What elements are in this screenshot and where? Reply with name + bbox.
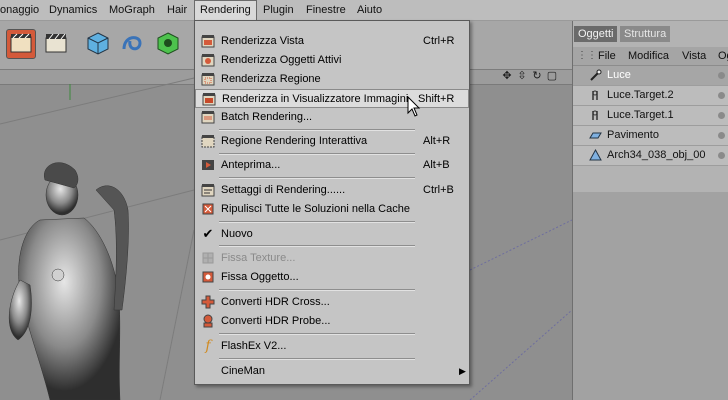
menu-item-renderizza-in-visualizzatore[interactable]: Renderizza in Visualizzatore Immagini Sh… [195, 89, 469, 108]
menu-item-ripulisci-cache[interactable]: Ripulisci Tutte le Soluzioni nella Cache [195, 200, 469, 219]
object-row-luce-target-2[interactable]: Luce.Target.2 [573, 86, 728, 106]
render-region-icon [201, 72, 215, 86]
preview-icon [201, 158, 215, 172]
menu-item-converti-hdr-cross[interactable]: Converti HDR Cross... [195, 293, 469, 312]
batch-render-icon [201, 110, 215, 124]
grip-icon: ⋮⋮ [577, 50, 597, 61]
object-row-pavimento[interactable]: Pavimento [573, 126, 728, 146]
object-row-arch34[interactable]: Arch34_038_obj_00 [573, 146, 728, 166]
menu-mograph[interactable]: MoGraph [109, 0, 155, 20]
light-icon [589, 69, 602, 82]
statue-model [8, 162, 129, 400]
visibility-dot[interactable] [718, 72, 725, 79]
om-menu-file[interactable]: File [598, 47, 616, 65]
object-manager-panel: Oggetti Struttura ⋮⋮ File Modifica Vista… [572, 21, 728, 400]
menu-hair[interactable]: Hair [167, 0, 187, 20]
visibility-dot[interactable] [718, 112, 725, 119]
menu-separator [219, 221, 415, 223]
render-settings-tool-icon[interactable] [6, 29, 36, 59]
menu-item-converti-hdr-probe[interactable]: Converti HDR Probe... [195, 312, 469, 331]
menu-item-cineman[interactable]: CineMan ▶ [195, 362, 469, 381]
object-row-luce-target-1[interactable]: Luce.Target.1 [573, 106, 728, 126]
flush-cache-icon [201, 202, 215, 216]
rendering-dropdown-menu: Renderizza Vista Ctrl+R Renderizza Ogget… [194, 20, 470, 385]
bake-object-icon [201, 270, 215, 284]
object-list-empty-area [573, 192, 728, 400]
menu-item-flashex[interactable]: f FlashEx V2... [195, 337, 469, 356]
target-icon [589, 109, 602, 122]
render-view-icon [201, 34, 215, 48]
visibility-dot[interactable] [718, 152, 725, 159]
flashex-icon: f [205, 338, 211, 354]
object-manager-menu: ⋮⋮ File Modifica Vista Og [573, 47, 728, 66]
hdr-cross-icon [201, 295, 215, 309]
floor-icon [589, 129, 602, 142]
interactive-render-region-icon [201, 134, 215, 148]
menu-item-fissa-texture: Fissa Texture... [195, 249, 469, 268]
object-name: Luce.Target.1 [607, 109, 674, 121]
om-menu-oggetti[interactable]: Og [718, 47, 728, 65]
menu-rendering[interactable]: Rendering [194, 0, 257, 20]
menu-separator [219, 245, 415, 247]
menu-item-settaggi-di-rendering[interactable]: Settaggi di Rendering...... Ctrl+B [195, 181, 469, 200]
render-settings-icon [201, 183, 215, 197]
menu-dynamics[interactable]: Dynamics [49, 0, 97, 20]
om-menu-modifica[interactable]: Modifica [628, 47, 669, 65]
object-list: Luce Luce.Target.2 Luce.Target.1 Pavimen… [573, 66, 728, 166]
menu-separator [219, 289, 415, 291]
clapper-tool-icon[interactable] [42, 29, 70, 57]
mouse-cursor-icon [407, 96, 421, 117]
object-row-luce[interactable]: Luce [573, 66, 728, 86]
submenu-arrow-icon: ▶ [459, 366, 466, 376]
menu-item-renderizza-oggetti-attivi[interactable]: Renderizza Oggetti Attivi [195, 51, 469, 70]
object-name: Luce [607, 69, 631, 81]
object-name: Arch34_038_obj_00 [607, 149, 706, 161]
object-name: Luce.Target.2 [607, 89, 674, 101]
tab-struttura[interactable]: Struttura [620, 26, 671, 42]
polygon-object-icon [589, 148, 602, 162]
spline-tool-icon[interactable] [118, 29, 146, 57]
checkmark-icon: ✔ [202, 226, 214, 241]
render-picture-viewer-icon [202, 92, 216, 106]
menu-item-regione-rendering-interattiva[interactable]: Regione Rendering Interattiva Alt+R [195, 132, 469, 151]
render-active-objects-icon [201, 53, 215, 67]
menu-separator [219, 153, 415, 155]
menu-aiuto[interactable]: Aiuto [357, 0, 382, 20]
menu-item-batch-rendering[interactable]: Batch Rendering... [195, 108, 469, 127]
menu-item-nuovo[interactable]: ✔ Nuovo [195, 225, 469, 244]
nurbs-tool-icon[interactable] [154, 29, 182, 57]
menubar: onaggio Dynamics MoGraph Hair Rendering … [0, 0, 728, 21]
menu-plugin[interactable]: Plugin [263, 0, 294, 20]
menu-item-renderizza-vista[interactable]: Renderizza Vista Ctrl+R [195, 32, 469, 51]
hdr-probe-icon [201, 314, 215, 328]
visibility-dot[interactable] [718, 132, 725, 139]
menu-item-fissa-oggetto[interactable]: Fissa Oggetto... [195, 268, 469, 287]
menu-item-renderizza-regione[interactable]: Renderizza Regione [195, 70, 469, 89]
tab-oggetti[interactable]: Oggetti [574, 26, 618, 42]
menu-personaggio[interactable]: onaggio [0, 0, 39, 20]
menu-separator [219, 177, 415, 179]
menu-separator [219, 129, 415, 131]
menu-item-anteprima[interactable]: Anteprima... Alt+B [195, 156, 469, 175]
menu-separator [219, 358, 415, 360]
menu-finestre[interactable]: Finestre [306, 0, 346, 20]
visibility-dot[interactable] [718, 92, 725, 99]
cube-tool-icon[interactable] [84, 29, 112, 57]
om-menu-vista[interactable]: Vista [682, 47, 706, 65]
target-icon [589, 89, 602, 102]
bake-texture-icon [201, 251, 215, 265]
menu-separator [219, 333, 415, 335]
object-name: Pavimento [607, 129, 659, 141]
